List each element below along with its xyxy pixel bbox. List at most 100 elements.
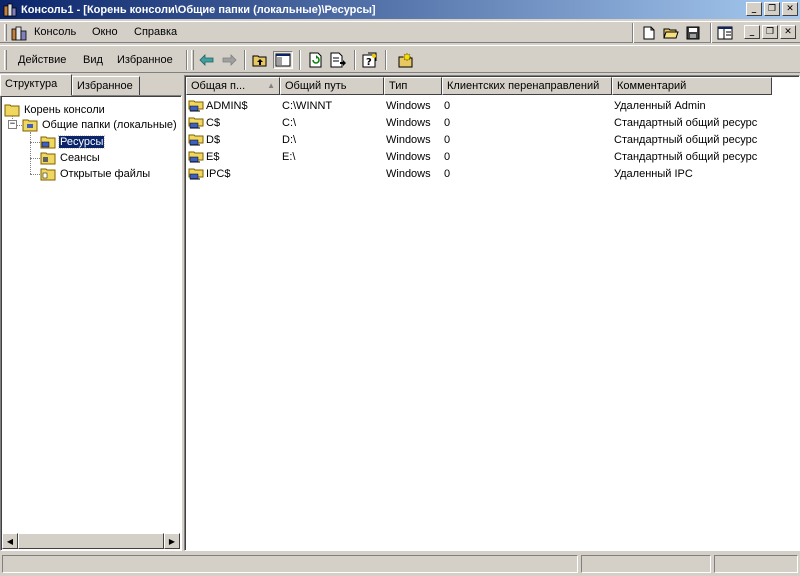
table-row[interactable]: C$ C:\ Windows 0 Стандартный общий ресур… <box>186 114 774 131</box>
status-panel-main <box>2 555 578 573</box>
share-type: Windows <box>386 167 431 180</box>
scroll-left-arrow-icon[interactable]: ◀ <box>2 533 18 549</box>
column-label: Общая п... <box>191 80 246 92</box>
toolbar-separator-4 <box>354 50 356 70</box>
menu-view[interactable]: Вид <box>83 54 103 66</box>
tab-favorites[interactable]: Избранное <box>72 76 140 96</box>
console-tree[interactable]: Корень консоли − Общие папки (локальные)… <box>0 95 182 551</box>
tree-node-console-root[interactable]: Корень консоли <box>4 102 106 118</box>
scroll-thumb[interactable] <box>18 533 164 549</box>
mmc-app-icon <box>2 2 18 18</box>
share-client-redirects: 0 <box>444 167 451 180</box>
up-one-level-icon[interactable] <box>250 51 270 69</box>
toolbar-separator-5 <box>385 50 387 70</box>
status-bar <box>0 553 800 576</box>
tree-node-open-files[interactable]: Открытые файлы <box>40 166 151 182</box>
shared-folder-icon <box>188 117 204 128</box>
menu-favorites[interactable]: Избранное <box>117 54 173 66</box>
menu-separator-2 <box>710 23 712 43</box>
toolbar-grip[interactable] <box>4 50 7 70</box>
export-list-icon[interactable] <box>328 51 348 69</box>
menu-help[interactable]: Справка <box>134 26 177 38</box>
window-title: Консоль1 - [Корень консоли\Общие папки (… <box>21 3 376 16</box>
status-panel-3 <box>714 555 798 573</box>
column-header-client-redirects[interactable]: Клиентских перенаправлений <box>442 77 612 95</box>
shares-list-view[interactable]: Общая п... ▲ Общий путь Тип Клиентских п… <box>184 75 800 551</box>
shared-folder-icon <box>188 134 204 145</box>
tree-connector <box>30 142 40 143</box>
tab-tree[interactable]: Структура <box>0 74 72 96</box>
shared-folder-icon <box>188 168 204 179</box>
shared-folder-icon <box>188 100 204 111</box>
restore-button[interactable]: ❐ <box>764 2 780 16</box>
collapse-toggle[interactable]: − <box>8 120 17 129</box>
forward-arrow-icon <box>219 51 239 69</box>
share-comment: Удаленный Admin <box>614 99 706 112</box>
scroll-right-arrow-icon[interactable]: ▶ <box>164 533 180 549</box>
share-comment: Стандартный общий ресурс <box>614 150 758 163</box>
toolbar-separator <box>186 50 188 70</box>
table-row[interactable]: E$ E:\ Windows 0 Стандартный общий ресур… <box>186 148 774 165</box>
tree-horizontal-scrollbar[interactable]: ◀ ▶ <box>2 533 180 549</box>
column-header-path[interactable]: Общий путь <box>280 77 384 95</box>
folder-icon <box>4 104 20 117</box>
share-client-redirects: 0 <box>444 133 451 146</box>
column-header-comment[interactable]: Комментарий <box>612 77 772 95</box>
tree-node-shares[interactable]: Ресурсы <box>40 134 106 150</box>
list-header: Общая п... ▲ Общий путь Тип Клиентских п… <box>186 77 772 95</box>
toolbar-separator-2 <box>244 50 246 70</box>
sort-ascending-icon: ▲ <box>267 81 275 90</box>
action-toolbar: Действие Вид Избранное ? <box>0 45 800 73</box>
share-comment: Удаленный IPC <box>614 167 693 180</box>
menu-separator <box>632 23 634 43</box>
console-menu-icon[interactable] <box>11 25 27 41</box>
table-row[interactable]: ADMIN$ C:\WINNT Windows 0 Удаленный Admi… <box>186 97 774 114</box>
child-restore-button[interactable]: ❐ <box>762 25 778 39</box>
title-bar[interactable]: Консоль1 - [Корень консоли\Общие папки (… <box>0 0 800 19</box>
new-document-icon[interactable] <box>638 24 660 42</box>
toolbar-grip-2[interactable] <box>191 50 194 70</box>
new-taskpad-icon[interactable] <box>396 51 416 69</box>
minimize-button[interactable]: _ <box>746 2 762 16</box>
menu-bar: Консоль Окно Справка _ ❐ ✕ <box>0 21 800 43</box>
share-name: ADMIN$ <box>206 99 248 112</box>
tree-label: Сеансы <box>60 152 100 164</box>
share-path: C:\ <box>282 116 297 129</box>
menu-action[interactable]: Действие <box>18 54 66 66</box>
menu-console[interactable]: Консоль <box>34 26 76 38</box>
toolbar-separator-3 <box>299 50 301 70</box>
child-minimize-button[interactable]: _ <box>744 25 760 39</box>
tree-label: Открытые файлы <box>60 168 151 180</box>
share-type: Windows <box>386 99 431 112</box>
menu-grip[interactable] <box>4 24 7 41</box>
tree-label: Корень консоли <box>24 104 105 116</box>
open-folder-icon[interactable] <box>660 24 682 42</box>
column-header-type[interactable]: Тип <box>384 77 442 95</box>
tree-node-shared-folders[interactable]: Общие папки (локальные) <box>22 117 178 133</box>
shares-folder-icon <box>40 136 56 149</box>
open-files-folder-icon <box>40 168 56 181</box>
show-hide-console-tree-icon[interactable] <box>273 51 293 69</box>
close-button[interactable]: ✕ <box>782 2 798 16</box>
share-name: C$ <box>206 116 221 129</box>
share-name: E$ <box>206 150 220 163</box>
table-row[interactable]: D$ D:\ Windows 0 Стандартный общий ресур… <box>186 131 774 148</box>
share-client-redirects: 0 <box>444 99 451 112</box>
table-row[interactable]: IPC$ Windows 0 Удаленный IPC <box>186 165 774 182</box>
child-close-button[interactable]: ✕ <box>780 25 796 39</box>
share-name: IPC$ <box>206 167 231 180</box>
save-icon[interactable] <box>682 24 704 42</box>
tree-node-sessions[interactable]: Сеансы <box>40 150 101 166</box>
share-type: Windows <box>386 133 431 146</box>
back-arrow-icon[interactable] <box>197 51 217 69</box>
sessions-folder-icon <box>40 152 56 165</box>
tree-connector <box>30 174 40 175</box>
tree-label-selected: Ресурсы <box>57 135 106 149</box>
menu-window[interactable]: Окно <box>92 26 118 38</box>
show-hide-tree-icon[interactable] <box>714 24 736 42</box>
help-icon[interactable]: ? <box>360 51 380 69</box>
status-panel-2 <box>581 555 711 573</box>
share-name: D$ <box>206 133 221 146</box>
column-header-share-name[interactable]: Общая п... ▲ <box>186 77 280 95</box>
refresh-icon[interactable] <box>305 51 325 69</box>
